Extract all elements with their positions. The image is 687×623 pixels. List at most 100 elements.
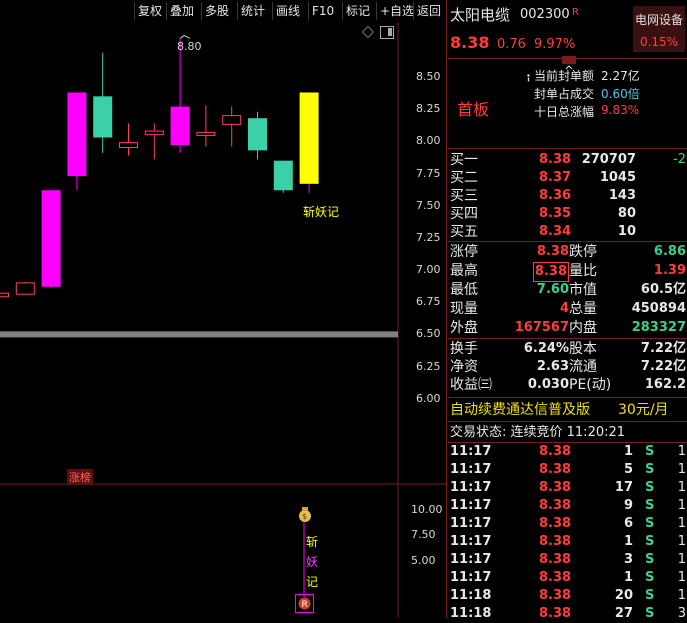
candle-body-5 bbox=[119, 142, 138, 149]
promo-price[interactable]: 30元/月 bbox=[618, 401, 669, 419]
tick-side: S bbox=[645, 588, 655, 603]
candle-2[interactable] bbox=[41, 190, 61, 289]
vert-char-2: 妖 bbox=[306, 555, 319, 569]
tick-side: S bbox=[645, 570, 655, 585]
tick-side: S bbox=[645, 462, 655, 477]
toolbar-button-6[interactable]: 标记 bbox=[342, 2, 373, 20]
fin-label: 流通 bbox=[569, 359, 597, 375]
price-tick-label: 7.50 bbox=[416, 198, 441, 212]
kline-chart[interactable] bbox=[0, 22, 446, 618]
bid-row[interactable]: 买二 8.37 1045 bbox=[447, 169, 687, 187]
tick-price: 8.38 bbox=[539, 498, 572, 513]
stat-value: 7.60 bbox=[536, 282, 569, 297]
bid-row[interactable]: 买一 8.38 270707 -2 bbox=[447, 151, 687, 169]
candle-1[interactable] bbox=[15, 281, 35, 295]
tick-time: 11:18 bbox=[450, 588, 492, 603]
toolbar-button-1[interactable]: 叠加 bbox=[166, 2, 197, 20]
tick-row[interactable]: 11:17 8.38 1 S 1 bbox=[447, 533, 687, 551]
price-tick-label: 7.25 bbox=[416, 230, 441, 244]
bid-row[interactable]: 买三 8.36 143 bbox=[447, 187, 687, 205]
tick-volume: 9 bbox=[623, 498, 633, 513]
price-change-pct: 9.97% bbox=[534, 37, 576, 52]
tick-row[interactable]: 11:17 8.38 1 S 1 bbox=[447, 443, 687, 461]
tick-row[interactable]: 11:18 8.38 27 S 3 bbox=[447, 605, 687, 623]
candle-11[interactable] bbox=[273, 160, 293, 193]
fin-value: 0.030 bbox=[527, 377, 569, 392]
toolbar-button-7[interactable]: +自选 bbox=[376, 2, 417, 20]
tick-row[interactable]: 11:17 8.38 17 S 1 bbox=[447, 479, 687, 497]
stat-value: 450894 bbox=[631, 301, 686, 316]
tick-side: S bbox=[645, 480, 655, 495]
tick-price: 8.38 bbox=[539, 534, 572, 549]
candle-body-8 bbox=[196, 131, 216, 136]
toolbar-button-0[interactable]: 复权 bbox=[134, 2, 165, 20]
candle-4[interactable] bbox=[93, 52, 113, 153]
bid-label: 买一 bbox=[450, 152, 478, 168]
candle-10[interactable] bbox=[248, 111, 267, 160]
tick-row[interactable]: 11:17 8.38 1 S 1 bbox=[447, 569, 687, 587]
toolbar-button-3[interactable]: 统计 bbox=[237, 2, 268, 20]
tick-row[interactable]: 11:17 8.38 3 S 1 bbox=[447, 551, 687, 569]
gain-rank-tag[interactable]: 涨榜 bbox=[67, 469, 93, 485]
toolbar-button-8[interactable]: 返回 bbox=[413, 2, 444, 20]
tick-side: S bbox=[645, 498, 655, 513]
tick-time: 11:17 bbox=[450, 444, 492, 459]
tick-row[interactable]: 11:17 8.38 6 S 1 bbox=[447, 515, 687, 533]
fin-label: 净资 bbox=[450, 359, 478, 375]
tick-price: 8.38 bbox=[539, 462, 572, 477]
promo-text[interactable]: 自动续费通达信普及版 bbox=[450, 401, 590, 419]
candle-body-1 bbox=[15, 282, 35, 295]
collapse-chevron-icon[interactable] bbox=[562, 56, 576, 70]
bid-row[interactable]: 买四 8.35 80 bbox=[447, 205, 687, 223]
tick-time: 11:17 bbox=[450, 516, 492, 531]
candle-3[interactable] bbox=[67, 92, 87, 191]
bid-volume: 270707 bbox=[581, 152, 636, 167]
ten-day-label: 十日总涨幅 bbox=[534, 105, 595, 119]
stat-value: 167567 bbox=[514, 320, 569, 335]
stock-code: 002300 bbox=[520, 7, 570, 22]
toolbar-button-5[interactable]: F10 bbox=[308, 2, 337, 20]
stats-row: 最高 8.38 量比 1.39 bbox=[447, 262, 687, 282]
bid-volume: 1045 bbox=[599, 170, 636, 185]
candle-6[interactable] bbox=[144, 123, 164, 160]
bid-volume: 80 bbox=[617, 206, 636, 221]
toolbar-button-4[interactable]: 画线 bbox=[272, 2, 303, 20]
price-tick-label: 8.00 bbox=[416, 134, 441, 148]
tick-time: 11:17 bbox=[450, 534, 492, 549]
seal-amount-label: 当前封单额 bbox=[534, 69, 595, 83]
stat-label: 外盘 bbox=[450, 320, 478, 336]
candle-8[interactable] bbox=[196, 105, 216, 147]
price-change: 0.76 bbox=[497, 37, 526, 52]
tick-count: 1 bbox=[677, 462, 686, 477]
stat-value: 6.86 bbox=[653, 244, 686, 259]
tick-price: 8.38 bbox=[539, 570, 572, 585]
tick-volume: 5 bbox=[623, 462, 633, 477]
candle-7[interactable] bbox=[170, 38, 190, 153]
fin-label: 股本 bbox=[569, 341, 597, 357]
price-tick-label: 7.00 bbox=[416, 263, 441, 277]
candle-12[interactable] bbox=[299, 92, 319, 193]
stats-row: 外盘 167567 内盘 283327 bbox=[447, 319, 687, 337]
indicator-vertical-text: 斩 妖 记 bbox=[306, 532, 318, 592]
stats-row: 最低 7.60 市值 60.5亿 bbox=[447, 281, 687, 299]
bid-row[interactable]: 买五 8.34 10 bbox=[447, 223, 687, 241]
tick-count: 1 bbox=[677, 588, 686, 603]
price-tick-label: 6.50 bbox=[416, 327, 441, 341]
fundamentals-row: 换手 6.24% 股本 7.22亿 bbox=[447, 340, 687, 358]
candle-5[interactable] bbox=[119, 123, 138, 156]
candle-body-11 bbox=[273, 160, 293, 191]
tick-volume: 1 bbox=[623, 534, 633, 549]
candle-0[interactable] bbox=[0, 292, 9, 298]
tick-row[interactable]: 11:17 8.38 5 S 1 bbox=[447, 461, 687, 479]
toolbar-button-2[interactable]: 多股 bbox=[201, 2, 232, 20]
bid-price: 8.35 bbox=[539, 206, 572, 221]
info-icon bbox=[526, 67, 531, 82]
window-toggle-icon[interactable] bbox=[380, 26, 394, 39]
bid-label: 买四 bbox=[450, 206, 478, 222]
tick-price: 8.38 bbox=[539, 588, 572, 603]
r-badge-icon[interactable]: R bbox=[295, 594, 314, 613]
candle-9[interactable] bbox=[222, 106, 242, 147]
tick-row[interactable]: 11:17 8.38 9 S 1 bbox=[447, 497, 687, 515]
tick-side: S bbox=[645, 606, 655, 621]
tick-row[interactable]: 11:18 8.38 20 S 1 bbox=[447, 587, 687, 605]
